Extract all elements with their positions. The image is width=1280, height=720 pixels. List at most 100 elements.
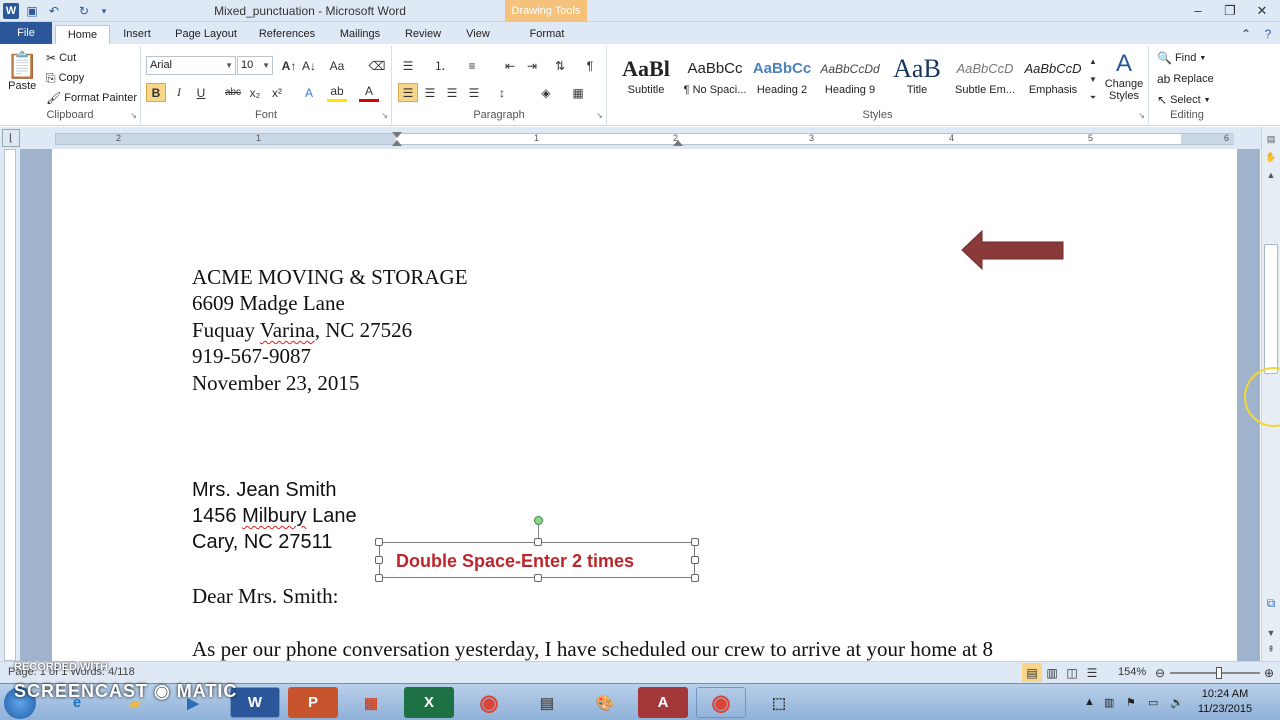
ruler-toggle-icon[interactable]: ▤ (1263, 131, 1279, 147)
snipping-tool-icon[interactable]: ⬚ (754, 687, 804, 718)
borders-icon[interactable]: ▦ (568, 83, 588, 102)
minimize-button[interactable]: – (1185, 2, 1211, 20)
styles-scroll-up-icon[interactable]: ▲ (1087, 52, 1099, 71)
sort-icon[interactable]: ⇅ (550, 56, 570, 75)
tab-home[interactable]: Home (55, 25, 110, 44)
resize-handle[interactable] (691, 538, 699, 546)
resize-handle[interactable] (691, 556, 699, 564)
resize-handle[interactable] (534, 574, 542, 582)
access-taskbar-icon[interactable]: A (638, 687, 688, 718)
vertical-ruler-track[interactable] (4, 149, 16, 661)
horizontal-ruler[interactable]: 2 1 1 2 3 4 5 6 (55, 132, 1234, 146)
style-title[interactable]: AaB Title (883, 54, 951, 104)
annotation-textbox[interactable]: Double Space-Enter 2 times (375, 516, 699, 582)
shading-icon[interactable]: ◈ (536, 83, 556, 102)
tab-page-layout[interactable]: Page Layout (168, 25, 244, 44)
font-size-select[interactable]: 10 ▼ (237, 56, 273, 75)
hanging-indent-icon[interactable] (392, 140, 402, 146)
resize-handle[interactable] (375, 538, 383, 546)
increase-indent-icon[interactable]: ⇥ (522, 56, 542, 75)
previous-page-icon[interactable]: ⇞ (1263, 641, 1279, 657)
style-subtle-emphasis[interactable]: AaBbCcD Subtle Em... (951, 54, 1019, 104)
calculator-icon[interactable]: ▤ (522, 687, 572, 718)
excel-taskbar-icon[interactable]: X (404, 687, 454, 718)
taskbar-clock[interactable]: 10:24 AM 11/23/2015 (1190, 687, 1260, 717)
rotation-handle[interactable] (534, 516, 543, 525)
change-case-icon[interactable]: Aa (327, 56, 347, 75)
zoom-slider[interactable] (1170, 667, 1260, 679)
style-emphasis[interactable]: AaBbCcD Emphasis (1019, 54, 1087, 104)
zoom-level[interactable]: 154% (1118, 666, 1146, 678)
replace-button[interactable]: ab Replace (1157, 72, 1214, 86)
zoom-out-icon[interactable]: ⊖ (1150, 663, 1170, 682)
misspelled-word[interactable]: Milbury (242, 505, 306, 527)
font-name-select[interactable]: Arial ▼ (146, 56, 236, 75)
apps-grid-icon[interactable]: ▦ (346, 687, 396, 718)
tab-file[interactable]: File (0, 22, 52, 44)
paragraph-launcher-icon[interactable]: ↘ (596, 111, 603, 120)
styles-scroll-down-icon[interactable]: ▼ (1087, 70, 1099, 89)
style-subtitle[interactable]: AaBl Subtitle (612, 54, 680, 104)
styles-more-icon[interactable]: ⏷ (1087, 88, 1099, 107)
scroll-down-icon[interactable]: ▼ (1263, 625, 1279, 641)
style-heading-9[interactable]: AaBbCcDd Heading 9 (816, 54, 884, 104)
restore-button[interactable]: ❐ (1217, 2, 1243, 20)
print-layout-icon[interactable]: ▤ (1022, 663, 1042, 682)
chrome-taskbar-icon[interactable]: ◉ (464, 687, 514, 718)
scroll-thumb[interactable] (1264, 244, 1278, 374)
minimize-ribbon-icon[interactable]: ⌃ (1236, 24, 1256, 43)
grow-font-icon[interactable]: A↑ (279, 56, 299, 75)
text-effects-icon[interactable]: A (299, 83, 319, 102)
chrome-taskbar-icon-2[interactable]: ◉ (696, 687, 746, 718)
tab-selector-icon[interactable]: ⌊ (2, 129, 20, 147)
resize-handle[interactable] (375, 574, 383, 582)
help-icon[interactable]: ? (1258, 24, 1278, 43)
multilevel-list-icon[interactable]: ≡ (462, 56, 482, 75)
align-center-icon[interactable]: ☰ (420, 83, 440, 102)
right-indent-icon[interactable] (673, 140, 683, 146)
clipboard-launcher-icon[interactable]: ↘ (130, 111, 137, 120)
format-painter-button[interactable]: 🖌 Format Painter (46, 91, 137, 105)
change-styles-button[interactable]: A Change Styles (1101, 50, 1147, 102)
tab-review[interactable]: Review (398, 25, 448, 44)
strikethrough-button[interactable]: abc (223, 83, 243, 102)
clear-formatting-icon[interactable]: ⌫ (367, 56, 387, 75)
align-right-icon[interactable]: ☰ (442, 83, 462, 102)
full-screen-reading-icon[interactable]: ▥ (1042, 663, 1062, 682)
first-line-indent-icon[interactable] (392, 132, 402, 138)
pan-hand-icon[interactable]: ✋ (1263, 149, 1279, 165)
paste-button[interactable]: 📋 Paste (6, 50, 38, 92)
line-spacing-icon[interactable]: ↕ (492, 83, 512, 102)
misspelled-word[interactable]: Varina (260, 318, 315, 342)
select-button[interactable]: ↖ Select ▼ (1157, 93, 1211, 107)
tab-references[interactable]: References (252, 25, 322, 44)
shrink-font-icon[interactable]: A↓ (299, 56, 319, 75)
left-arrow-shape[interactable] (960, 229, 1066, 271)
styles-launcher-icon[interactable]: ↘ (1138, 111, 1145, 120)
font-color-icon[interactable]: A (359, 83, 379, 102)
subscript-button[interactable]: x₂ (245, 83, 265, 102)
web-layout-icon[interactable]: ◫ (1062, 663, 1082, 682)
underline-button[interactable]: U (191, 83, 211, 102)
bullets-icon[interactable]: ☰ (398, 56, 418, 75)
font-launcher-icon[interactable]: ↘ (381, 111, 388, 120)
copy-button[interactable]: ⎘ Copy (46, 71, 84, 85)
scroll-up-icon[interactable]: ▲ (1263, 167, 1279, 183)
style-no-spacing[interactable]: AaBbCc ¶ No Spaci... (681, 54, 749, 104)
style-heading-2[interactable]: AaBbCc Heading 2 (748, 54, 816, 104)
zoom-in-icon[interactable]: ⊕ (1259, 663, 1279, 682)
outline-icon[interactable]: ☰ (1082, 663, 1102, 682)
resize-handle[interactable] (375, 556, 383, 564)
teamviewer-icon[interactable]: ⧉ (1263, 595, 1279, 611)
decrease-indent-icon[interactable]: ⇤ (500, 56, 520, 75)
paint-icon[interactable]: 🎨 (580, 687, 630, 718)
bold-button[interactable]: B (146, 83, 166, 102)
zoom-slider-thumb[interactable] (1216, 667, 1222, 679)
document-page[interactable]: ACME MOVING & STORAGE 6609 Madge Lane Fu… (52, 149, 1237, 661)
show-hide-button[interactable]: ¶ (580, 56, 600, 75)
tray-arrow-icon[interactable]: ▲ (1084, 696, 1095, 708)
cut-button[interactable]: ✂ Cut (46, 51, 76, 65)
powerpoint-taskbar-icon[interactable]: P (288, 687, 338, 718)
align-left-icon[interactable]: ☰ (398, 83, 418, 102)
numbering-icon[interactable]: ⒈ (430, 56, 450, 75)
